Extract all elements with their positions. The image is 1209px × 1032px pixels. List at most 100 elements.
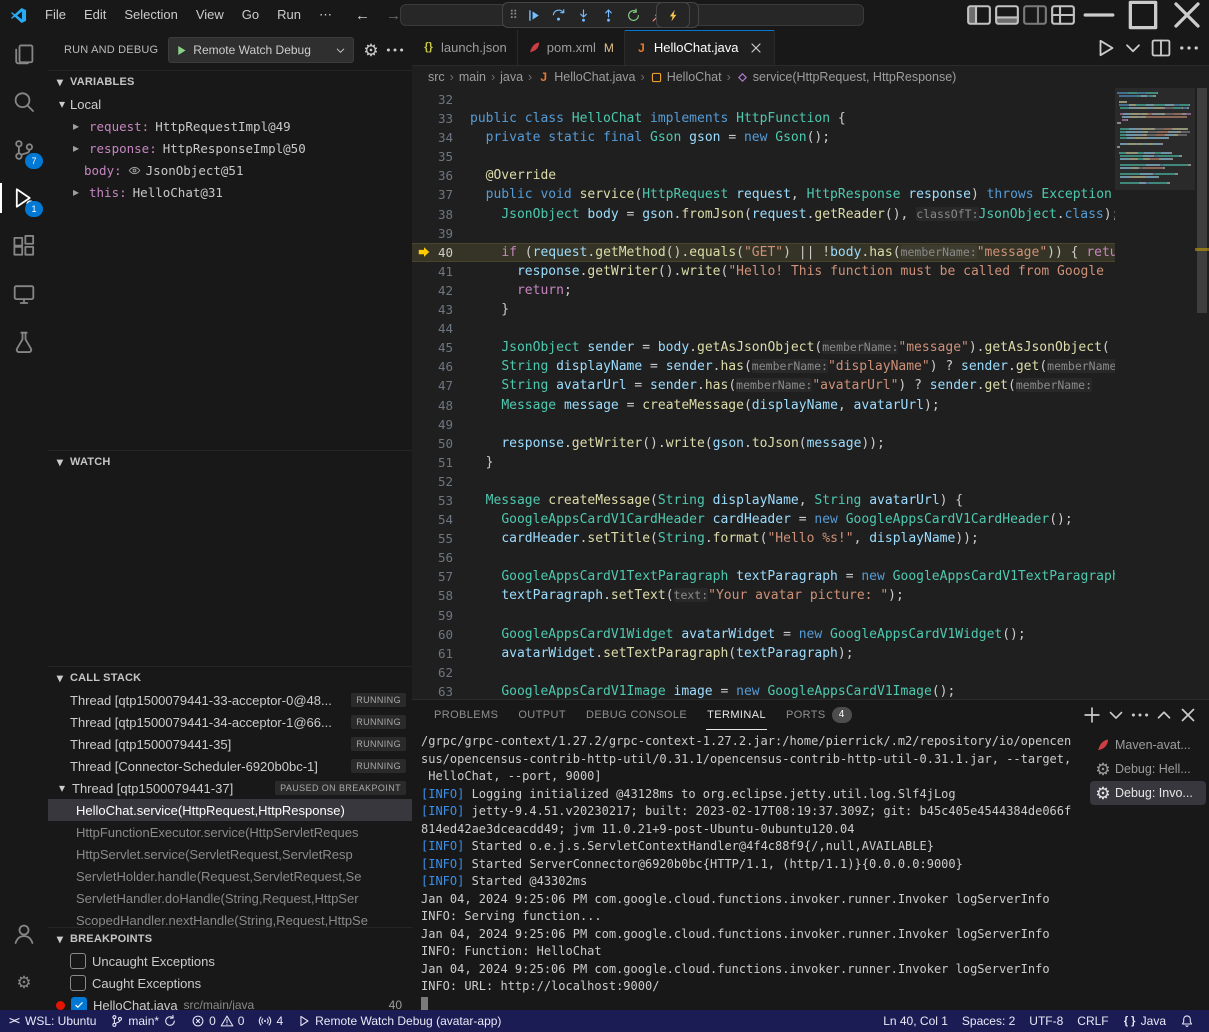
variable-body[interactable]: body:JsonObject@51 (48, 159, 412, 181)
code-editor[interactable]: 3233public class HelloChat implements Ht… (412, 88, 1209, 699)
minimize-button[interactable] (1077, 0, 1121, 30)
code-line-55[interactable]: 55 cardHeader.setTitle(String.format("He… (412, 529, 1115, 548)
code-line-51[interactable]: 51 } (412, 453, 1115, 472)
toggle-panel-button[interactable] (993, 0, 1021, 30)
activity-run-and-debug[interactable]: 1 (0, 174, 48, 222)
variables-section-header[interactable]: ▾ VARIABLES (48, 70, 412, 93)
activity-manage[interactable]: ⚙ (0, 958, 48, 1006)
breadcrumb-item-src[interactable]: src (428, 70, 445, 84)
terminal-output[interactable]: /grpc/grpc-context/1.27.2/grpc-context-1… (412, 730, 1087, 1010)
menu-run[interactable]: Run (268, 0, 310, 30)
activity-search[interactable] (0, 78, 48, 126)
status-indentation[interactable]: Spaces: 2 (955, 1010, 1022, 1032)
breakpoints-section-header[interactable]: ▾ BREAKPOINTS (48, 927, 412, 950)
new-terminal-button[interactable] (1081, 704, 1103, 726)
debug-config-picker[interactable]: Remote Watch Debug (168, 37, 354, 63)
stack-frame[interactable]: ServletHolder.handle(Request,ServletRequ… (48, 865, 412, 887)
code-line-53[interactable]: 53 Message createMessage(String displayN… (412, 491, 1115, 510)
watch-section-header[interactable]: ▾ WATCH (48, 450, 412, 473)
step-out-button[interactable] (596, 4, 620, 26)
breadcrumb-item-service-httprequest-httpresponse[interactable]: service(HttpRequest, HttpResponse) (736, 70, 957, 84)
status-cursor-position[interactable]: Ln 40, Col 1 (876, 1010, 955, 1032)
breakpoint-checkbox[interactable] (70, 975, 86, 991)
nav-back-button[interactable]: ← (355, 7, 370, 23)
scrollbar-thumb[interactable] (1197, 88, 1207, 313)
code-line-52[interactable]: 52 (412, 472, 1115, 491)
hot-code-replace-button[interactable] (656, 2, 690, 28)
code-line-42[interactable]: 42 return; (412, 281, 1115, 300)
code-line-50[interactable]: 50 response.getWriter().write(gson.toJso… (412, 434, 1115, 453)
tab-pom-xml[interactable]: pom.xmlM (518, 30, 625, 65)
code-line-61[interactable]: 61 avatarWidget.setTextParagraph(textPar… (412, 644, 1115, 663)
code-line-56[interactable]: 56 (412, 548, 1115, 567)
code-line-57[interactable]: 57 GoogleAppsCardV1TextParagraph textPar… (412, 567, 1115, 586)
call-stack-thread[interactable]: Thread [qtp1500079441-35]RUNNING (48, 733, 412, 755)
stack-frame[interactable]: HttpFunctionExecutor.service(HttpServlet… (48, 821, 412, 843)
code-line-60[interactable]: 60 GoogleAppsCardV1Widget avatarWidget =… (412, 625, 1115, 644)
editor-more-actions[interactable] (1177, 37, 1201, 59)
activity-accounts[interactable] (0, 910, 48, 958)
variable-response[interactable]: ▸response:HttpResponseImpl@50 (48, 137, 412, 159)
tab-launch-json[interactable]: {}launch.json (412, 30, 518, 65)
stack-frame[interactable]: ScopedHandler.nextHandle(String,Request,… (48, 909, 412, 927)
code-line-49[interactable]: 49 (412, 415, 1115, 434)
panel-more-actions[interactable] (1129, 704, 1151, 726)
code-line-46[interactable]: 46 String displayName = sender.has(membe… (412, 357, 1115, 376)
breakpoint-hellochat-java[interactable]: HelloChat.javasrc/main/java40 (48, 994, 412, 1010)
variable-this[interactable]: ▸this:HelloChat@31 (48, 181, 412, 203)
toggle-primary-sidebar-button[interactable] (965, 0, 993, 30)
code-line-41[interactable]: 41 response.getWriter().write("Hello! Th… (412, 262, 1115, 281)
code-line-38[interactable]: 38 JsonObject body = gson.fromJson(reque… (412, 205, 1115, 224)
terminal-profile-dropdown[interactable] (1105, 704, 1127, 726)
terminal-item-debug-hell[interactable]: ⚙Debug: Hell... (1090, 757, 1206, 781)
split-editor-button[interactable] (1149, 37, 1173, 59)
panel-tab-terminal[interactable]: TERMINAL (697, 700, 776, 730)
editor-scrollbar[interactable] (1195, 88, 1209, 699)
status-language-mode[interactable]: { }Java (1116, 1010, 1173, 1032)
stack-frame[interactable]: HttpServlet.service(ServletRequest,Servl… (48, 843, 412, 865)
panel-tab-problems[interactable]: PROBLEMS (424, 700, 508, 730)
run-java-button[interactable] (1093, 37, 1117, 59)
breakpoint-uncaught-exceptions[interactable]: Uncaught Exceptions (48, 950, 412, 972)
status-encoding[interactable]: UTF-8 (1022, 1010, 1070, 1032)
code-line-63[interactable]: 63 GoogleAppsCardV1Image image = new Goo… (412, 682, 1115, 699)
breakpoint-checkbox[interactable] (70, 953, 86, 969)
maximize-panel-button[interactable] (1153, 704, 1175, 726)
step-over-button[interactable] (546, 4, 570, 26)
close-panel-button[interactable] (1177, 704, 1199, 726)
variable-request[interactable]: ▸request:HttpRequestImpl@49 (48, 115, 412, 137)
step-into-button[interactable] (571, 4, 595, 26)
panel-tab-debug-console[interactable]: DEBUG CONSOLE (576, 700, 697, 730)
menu-selection[interactable]: Selection (115, 0, 186, 30)
toggle-secondary-sidebar-button[interactable] (1021, 0, 1049, 30)
code-line-39[interactable]: 39 (412, 224, 1115, 243)
debug-settings-gear[interactable]: ⚙ (360, 39, 382, 61)
code-line-36[interactable]: 36 @Override (412, 166, 1115, 185)
code-line-62[interactable]: 62 (412, 663, 1115, 682)
code-line-48[interactable]: 48 Message message = createMessage(displ… (412, 396, 1115, 415)
panel-tab-output[interactable]: OUTPUT (508, 700, 576, 730)
tab-hellochat-java[interactable]: JHelloChat.java (625, 30, 776, 65)
code-line-32[interactable]: 32 (412, 90, 1115, 109)
status-debug-session[interactable]: Remote Watch Debug (avatar-app) (290, 1010, 508, 1032)
code-line-45[interactable]: 45 JsonObject sender = body.getAsJsonObj… (412, 338, 1115, 357)
code-line-35[interactable]: 35 (412, 147, 1115, 166)
code-line-37[interactable]: 37 public void service(HttpRequest reque… (412, 185, 1115, 204)
terminal-item-maven-avat[interactable]: Maven-avat... (1090, 733, 1206, 757)
activity-source-control[interactable]: 7 (0, 126, 48, 174)
minimap[interactable] (1115, 88, 1195, 699)
call-stack-thread[interactable]: Thread [qtp1500079441-34-acceptor-1@66..… (48, 711, 412, 733)
status-git-branch[interactable]: main* (103, 1010, 184, 1032)
breadcrumb-item-java[interactable]: java (500, 70, 523, 84)
breadcrumb-item-hellochat-java[interactable]: JHelloChat.java (537, 70, 635, 84)
code-line-43[interactable]: 43 } (412, 300, 1115, 319)
code-line-44[interactable]: 44 (412, 319, 1115, 338)
status-eol[interactable]: CRLF (1070, 1010, 1115, 1032)
call-stack-thread[interactable]: Thread [Connector-Scheduler-6920b0bc-1]R… (48, 755, 412, 777)
status-remote-indicator[interactable]: ><WSL: Ubuntu (0, 1010, 103, 1032)
call-stack-thread[interactable]: Thread [qtp1500079441-33-acceptor-0@48..… (48, 689, 412, 711)
breakpoint-caught-exceptions[interactable]: Caught Exceptions (48, 972, 412, 994)
status-ports-forwarded[interactable]: 4 (251, 1010, 290, 1032)
menu-file[interactable]: File (36, 0, 75, 30)
call-stack-thread[interactable]: ▾Thread [qtp1500079441-37]PAUSED ON BREA… (48, 777, 412, 799)
